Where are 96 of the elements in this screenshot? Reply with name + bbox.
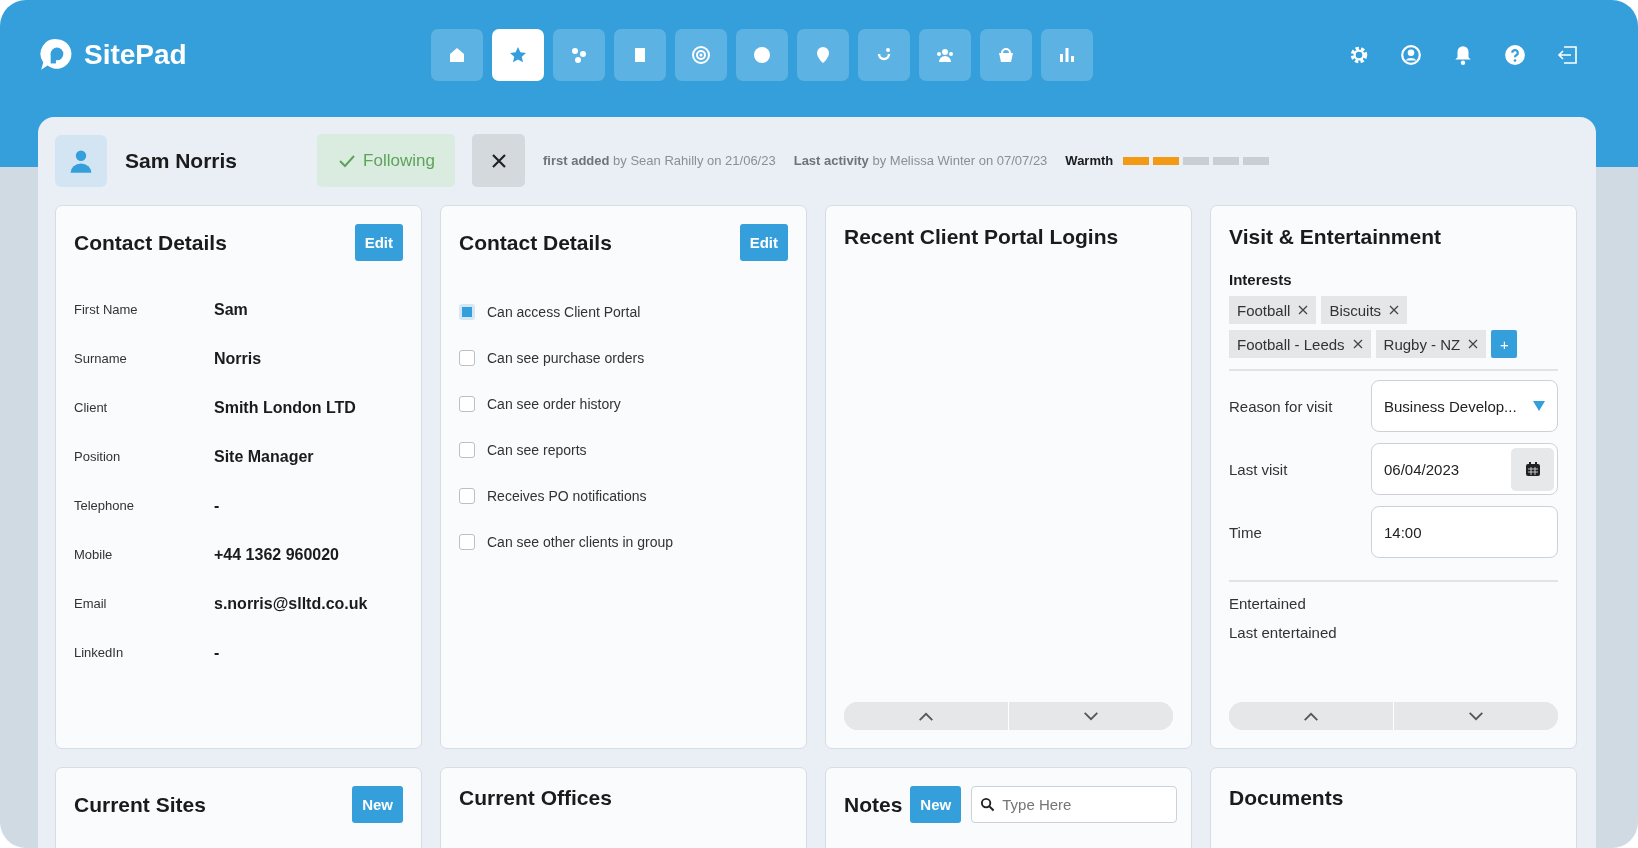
option-label: Receives PO notifications xyxy=(487,488,647,504)
dropdown-icon xyxy=(1533,401,1545,411)
warmth-label: Warmth xyxy=(1065,153,1114,168)
checkbox[interactable] xyxy=(459,442,475,458)
add-interest-button[interactable]: + xyxy=(1491,330,1518,358)
field-label: Last entertained xyxy=(1229,624,1337,643)
reason-dropdown[interactable]: Business Develop... xyxy=(1371,380,1558,432)
checkbox[interactable] xyxy=(459,534,475,550)
edit-button[interactable]: Edit xyxy=(354,224,403,261)
field-label: Position xyxy=(74,449,122,464)
calendar-icon xyxy=(1524,461,1541,477)
nav-tab[interactable] xyxy=(797,29,849,81)
field-value: +44 1362 960020 xyxy=(214,545,339,564)
settings-icon[interactable] xyxy=(1348,44,1370,66)
dots-icon xyxy=(569,45,589,65)
nav-tab[interactable] xyxy=(980,29,1032,81)
nav-tab[interactable] xyxy=(675,29,727,81)
help-icon[interactable] xyxy=(1504,44,1526,66)
field-label: Client xyxy=(74,400,109,415)
nav-tab[interactable] xyxy=(431,29,483,81)
card-title: Current Sites xyxy=(74,792,206,817)
logout-icon[interactable] xyxy=(1556,44,1578,66)
remove-icon[interactable] xyxy=(1298,305,1309,315)
date-field[interactable]: 06/04/2023 xyxy=(1371,443,1558,495)
remove-icon[interactable] xyxy=(1352,339,1363,349)
card-title: Contact Details xyxy=(74,230,227,255)
basket-icon xyxy=(996,45,1016,65)
card-title: Notes xyxy=(844,792,903,817)
card-title: Visit & Entertainment xyxy=(1229,225,1441,249)
avatar xyxy=(55,134,107,187)
new-button[interactable]: New xyxy=(910,786,962,823)
field-label: Telephone xyxy=(74,498,135,513)
nav-tab[interactable] xyxy=(736,29,788,81)
field-label: LinkedIn xyxy=(74,645,125,660)
close-button[interactable] xyxy=(472,134,525,187)
nav-tab[interactable] xyxy=(614,29,666,81)
card-title: Contact Details xyxy=(459,230,612,255)
field-label: Entertained xyxy=(1229,595,1306,614)
field-value: Site Manager xyxy=(214,447,314,466)
card-title: Recent Client Portal Logins xyxy=(844,225,1119,249)
interest-tag: Football xyxy=(1229,296,1317,324)
field-label: Email xyxy=(74,596,108,611)
search-icon xyxy=(980,797,996,812)
chevron-up-icon xyxy=(917,710,935,722)
field-value: s.norris@slltd.co.uk xyxy=(214,594,368,613)
option-label: Can see order history xyxy=(487,396,621,412)
field-label: Surname xyxy=(74,351,128,366)
checkbox[interactable] xyxy=(459,396,475,412)
new-button[interactable]: New xyxy=(352,786,403,823)
edit-button[interactable]: Edit xyxy=(739,224,788,261)
field-label: Mobile xyxy=(74,547,114,562)
option-label: Can access Client Portal xyxy=(487,304,641,320)
option-label: Can see other clients in group xyxy=(487,534,673,550)
checkbox[interactable] xyxy=(459,304,475,320)
interests-label: Interests xyxy=(1229,271,1292,288)
field-label: Last visit xyxy=(1229,460,1289,478)
nav-tab[interactable] xyxy=(492,29,544,81)
chevron-down-icon xyxy=(1467,710,1485,722)
interest-tag: Biscuits xyxy=(1321,296,1408,324)
field-value: Smith London LTD xyxy=(214,398,356,417)
contact-name: Sam Norris xyxy=(125,148,239,173)
field-label: First Name xyxy=(74,302,139,317)
field-label: Reason for visit xyxy=(1229,397,1334,415)
field-value: Sam xyxy=(214,300,248,319)
last-activity-text: Last activity by Melissa Winter on 07/07/23 xyxy=(793,153,1048,168)
following-button[interactable]: Following xyxy=(317,134,455,187)
nav-tab[interactable] xyxy=(1041,29,1093,81)
remove-icon[interactable] xyxy=(1468,339,1479,349)
field-label: Time xyxy=(1229,523,1263,541)
chevron-up-icon xyxy=(1302,710,1320,722)
field-value: Norris xyxy=(214,349,262,368)
interest-tag: Football - Leeds xyxy=(1229,330,1371,358)
field-value: - xyxy=(214,643,220,662)
option-label: Can see purchase orders xyxy=(487,350,645,366)
calendar-button[interactable] xyxy=(1511,447,1554,491)
search-field[interactable]: Type Here xyxy=(971,786,1178,823)
star-icon xyxy=(508,45,528,65)
nav-tab[interactable] xyxy=(553,29,605,81)
checkbox[interactable] xyxy=(459,350,475,366)
checkbox[interactable] xyxy=(459,488,475,504)
target-icon xyxy=(691,45,711,65)
option-label: Can see reports xyxy=(487,442,587,458)
interest-tag: Rugby - NZ xyxy=(1375,330,1487,358)
time-field[interactable]: 14:00 xyxy=(1371,506,1558,558)
chevron-down-icon xyxy=(1082,710,1100,722)
remove-icon[interactable] xyxy=(1389,305,1400,315)
card-title: Current Offices xyxy=(459,786,612,809)
nav-tab[interactable] xyxy=(919,29,971,81)
field-value: - xyxy=(214,496,220,515)
brand-name: SitePad xyxy=(84,39,187,71)
nav-tab[interactable] xyxy=(858,29,910,81)
bar-chart-icon xyxy=(1057,45,1077,65)
home-icon xyxy=(447,45,467,65)
card-title: Documents xyxy=(1229,786,1344,809)
first-added-text: first added by Sean Rahilly on 21/06/23 xyxy=(543,153,776,168)
user-icon[interactable] xyxy=(1400,44,1422,66)
